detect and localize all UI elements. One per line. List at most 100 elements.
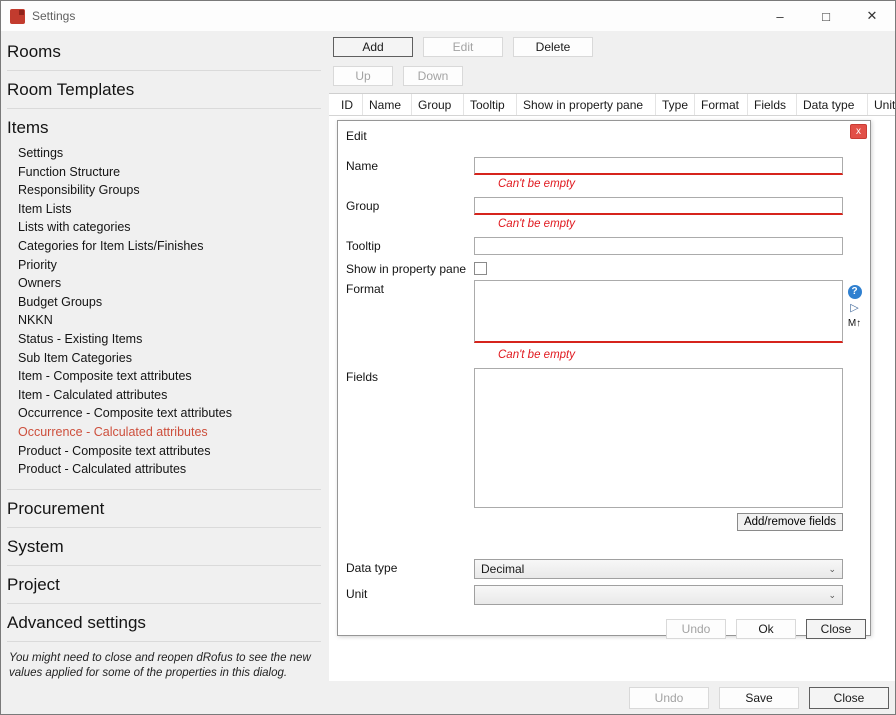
sidebar-restart-note: You might need to close and reopen dRofu… [7,642,321,682]
show-in-property-pane-row: Show in property pane [346,260,866,276]
toolbar-row-1: Add Edit Delete [329,31,895,57]
column-header-name[interactable]: Name [363,94,412,115]
column-header-id[interactable]: ID [335,94,363,115]
down-button[interactable]: Down [403,66,463,86]
format-field[interactable] [474,280,843,343]
name-field[interactable] [474,157,843,175]
data-type-value: Decimal [481,562,524,576]
dialog-ok-button[interactable]: Ok [736,619,796,639]
name-validation-message: Can't be empty [498,178,866,190]
sidebar-item-status-existing-items[interactable]: Status - Existing Items [18,330,321,349]
footer-close-button[interactable]: Close [809,687,889,709]
section-system: System [7,528,321,566]
dialog-buttons: Undo Ok Close [346,619,866,639]
unit-row: Unit ⌄ [346,585,866,605]
data-type-row: Data type Decimal ⌄ [346,559,866,579]
sidebar-item-product-composite-text-attributes[interactable]: Product - Composite text attributes [18,442,321,461]
sidebar-heading-rooms[interactable]: Rooms [7,42,321,62]
group-label: Group [346,197,474,215]
format-validation-message: Can't be empty [498,349,866,361]
column-header-unit[interactable]: Unit [868,94,895,115]
sidebar-item-item-composite-text-attributes[interactable]: Item - Composite text attributes [18,367,321,386]
column-header-data-type[interactable]: Data type [797,94,868,115]
sidebar-heading-project[interactable]: Project [7,575,321,595]
add-button[interactable]: Add [333,37,413,57]
window-controls: – □ ✕ [757,1,895,31]
column-header-type[interactable]: Type [656,94,695,115]
group-field[interactable] [474,197,843,215]
sidebar-item-budget-groups[interactable]: Budget Groups [18,293,321,312]
show-in-property-pane-label: Show in property pane [346,260,474,276]
delete-button[interactable]: Delete [513,37,593,57]
section-items: Items Settings Function Structure Respon… [7,109,321,490]
tooltip-label: Tooltip [346,237,474,255]
show-in-property-pane-checkbox[interactable] [474,262,487,275]
titlebar: Settings – □ ✕ [1,1,895,31]
format-row: Format ? ▷ M↑ [346,280,866,346]
format-label: Format [346,280,474,346]
chevron-down-icon: ⌄ [828,590,836,601]
sidebar-heading-advanced-settings[interactable]: Advanced settings [7,613,321,633]
sidebar-heading-system[interactable]: System [7,537,321,557]
dialog-close-button[interactable]: Close [806,619,866,639]
unit-label: Unit [346,585,474,605]
group-row: Group [346,197,866,215]
sidebar-item-item-calculated-attributes[interactable]: Item - Calculated attributes [18,386,321,405]
sidebar-item-item-lists[interactable]: Item Lists [18,200,321,219]
column-header-tooltip[interactable]: Tooltip [464,94,517,115]
minimize-icon[interactable]: – [757,1,803,31]
section-procurement: Procurement [7,490,321,528]
settings-window: Settings – □ ✕ Rooms Room Templates Item… [0,0,896,715]
app-icon [10,9,25,24]
footer-save-button[interactable]: Save [719,687,799,709]
expand-icon[interactable]: M↑ [848,318,861,329]
maximize-icon[interactable]: □ [803,1,849,31]
edit-button[interactable]: Edit [423,37,503,57]
section-rooms: Rooms [7,33,321,71]
dialog-close-icon[interactable]: x [850,124,867,139]
close-icon[interactable]: ✕ [849,1,895,31]
sidebar-item-product-calculated-attributes[interactable]: Product - Calculated attributes [18,460,321,479]
sidebar-item-occurrence-calculated-attributes[interactable]: Occurrence - Calculated attributes [18,423,321,442]
sidebar-item-settings[interactable]: Settings [18,144,321,163]
unit-select[interactable]: ⌄ [474,585,843,605]
sidebar-item-owners[interactable]: Owners [18,274,321,293]
run-icon[interactable]: ▷ [850,303,858,314]
fields-label: Fields [346,368,474,511]
up-button[interactable]: Up [333,66,393,86]
sidebar-item-priority[interactable]: Priority [18,256,321,275]
dialog-undo-button[interactable]: Undo [666,619,726,639]
table-header-row: ID Name Group Tooltip Show in property p… [329,94,895,116]
name-row: Name [346,157,866,175]
group-validation-message: Can't be empty [498,218,866,230]
add-remove-fields-button[interactable]: Add/remove fields [737,513,843,531]
sidebar-heading-room-templates[interactable]: Room Templates [7,80,321,100]
column-header-fields[interactable]: Fields [748,94,797,115]
sidebar-item-lists-with-categories[interactable]: Lists with categories [18,218,321,237]
sidebar-item-occurrence-composite-text-attributes[interactable]: Occurrence - Composite text attributes [18,404,321,423]
section-advanced-settings: Advanced settings [7,604,321,642]
sidebar-item-function-structure[interactable]: Function Structure [18,163,321,182]
sidebar-heading-procurement[interactable]: Procurement [7,499,321,519]
tooltip-field[interactable] [474,237,843,255]
items-subsection-list: Settings Function Structure Responsibili… [18,144,321,479]
data-type-select[interactable]: Decimal ⌄ [474,559,843,579]
section-project: Project [7,566,321,604]
sidebar-item-sub-item-categories[interactable]: Sub Item Categories [18,349,321,368]
column-header-group[interactable]: Group [412,94,464,115]
toolbar-row-2: Up Down [329,57,895,93]
column-header-format[interactable]: Format [695,94,748,115]
sidebar-heading-items[interactable]: Items [7,118,321,138]
fields-field[interactable] [474,368,843,508]
footer-undo-button[interactable]: Undo [629,687,709,709]
sidebar-item-categories-for-item-lists[interactable]: Categories for Item Lists/Finishes [18,237,321,256]
sidebar-item-nkkn[interactable]: NKKN [18,311,321,330]
settings-sidebar: Rooms Room Templates Items Settings Func… [1,31,329,714]
column-header-show-in-property-pane[interactable]: Show in property pane [517,94,656,115]
footer-bar: Undo Save Close [329,681,895,714]
data-type-label: Data type [346,559,474,579]
chevron-down-icon: ⌄ [828,564,836,575]
help-icon[interactable]: ? [848,285,862,299]
tooltip-row: Tooltip [346,237,866,255]
sidebar-item-responsibility-groups[interactable]: Responsibility Groups [18,181,321,200]
